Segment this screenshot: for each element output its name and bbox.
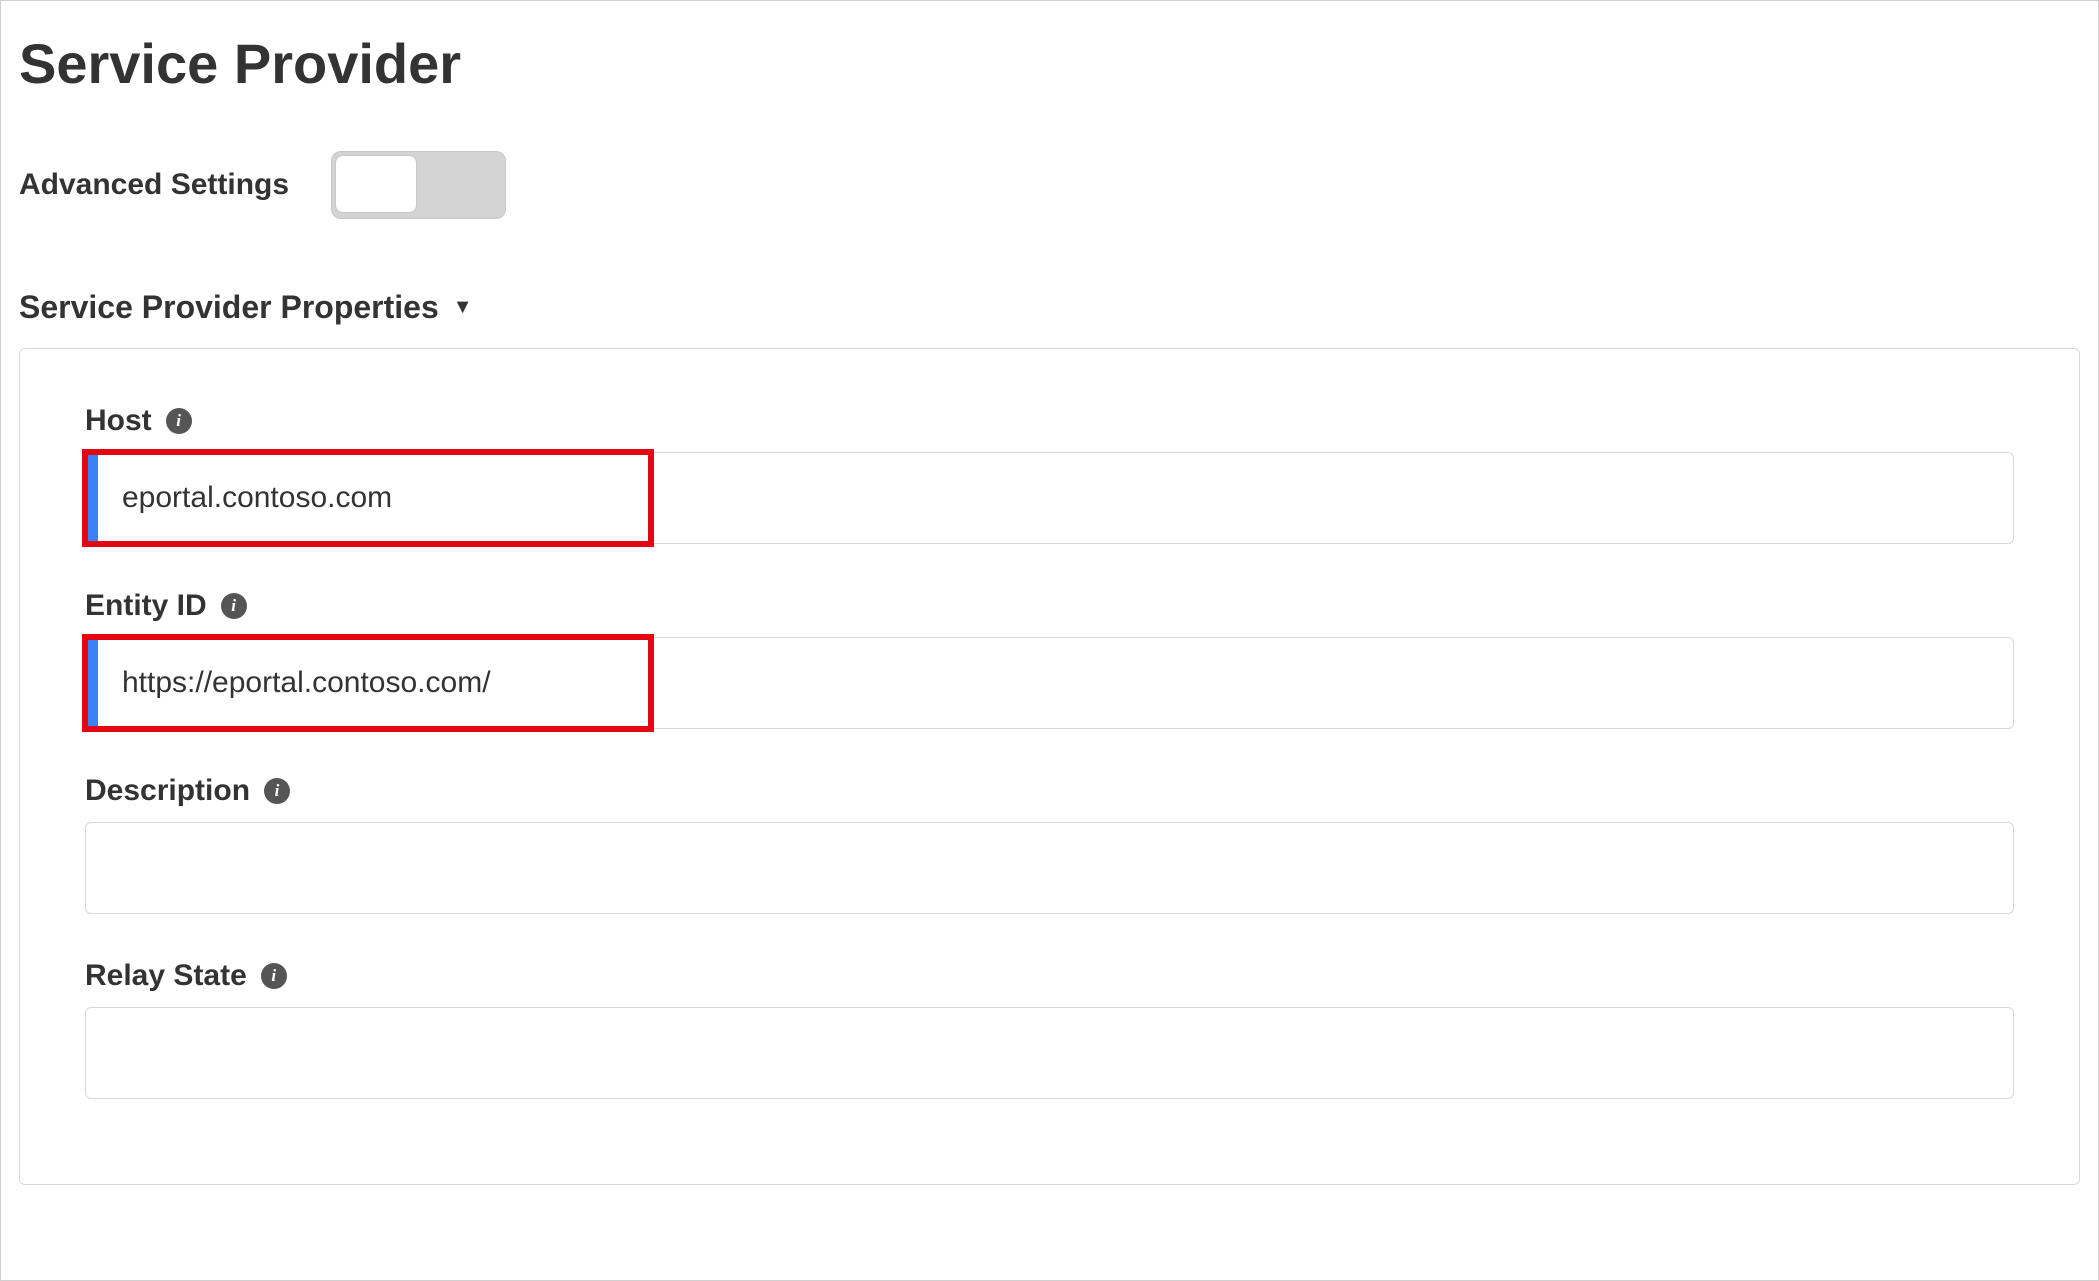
section-header[interactable]: Service Provider Properties ▼ xyxy=(19,289,2080,326)
entity-id-input-wrap xyxy=(85,637,2014,729)
section-title: Service Provider Properties xyxy=(19,289,439,326)
description-input[interactable] xyxy=(85,822,2014,914)
page-title: Service Provider xyxy=(19,31,2080,96)
page-container: Service Provider Advanced Settings Servi… xyxy=(0,0,2099,1281)
host-input[interactable] xyxy=(85,452,2014,544)
info-icon[interactable]: i xyxy=(221,593,247,619)
field-entity-id: Entity ID i xyxy=(85,589,2014,729)
chevron-down-icon: ▼ xyxy=(453,296,473,319)
entity-id-label-row: Entity ID i xyxy=(85,589,2014,623)
info-icon[interactable]: i xyxy=(261,963,287,989)
field-description: Description i xyxy=(85,774,2014,914)
advanced-settings-label: Advanced Settings xyxy=(19,168,289,202)
info-icon[interactable]: i xyxy=(264,778,290,804)
toggle-knob xyxy=(335,155,417,213)
advanced-settings-row: Advanced Settings xyxy=(19,151,2080,219)
relay-state-label-row: Relay State i xyxy=(85,959,2014,993)
info-icon[interactable]: i xyxy=(166,408,192,434)
entity-id-label: Entity ID xyxy=(85,589,207,623)
entity-id-input[interactable] xyxy=(85,637,2014,729)
description-label: Description xyxy=(85,774,250,808)
host-input-wrap xyxy=(85,452,2014,544)
relay-state-label: Relay State xyxy=(85,959,247,993)
advanced-settings-toggle[interactable] xyxy=(331,151,506,219)
host-label-row: Host i xyxy=(85,404,2014,438)
field-host: Host i xyxy=(85,404,2014,544)
host-label: Host xyxy=(85,404,152,438)
description-label-row: Description i xyxy=(85,774,2014,808)
relay-state-input[interactable] xyxy=(85,1007,2014,1099)
field-relay-state: Relay State i xyxy=(85,959,2014,1099)
properties-panel: Host i Entity ID i Description xyxy=(19,348,2080,1185)
